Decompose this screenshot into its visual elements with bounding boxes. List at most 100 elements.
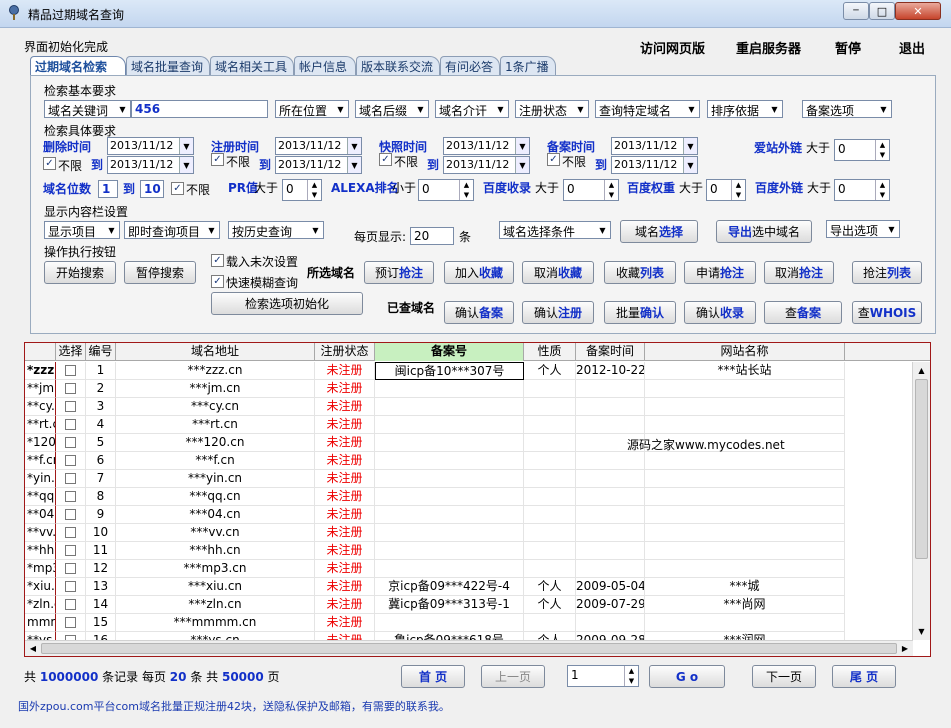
register-time-from[interactable]: 2013/11/12 ▼	[275, 137, 362, 155]
register-time-to[interactable]: 2013/11/12 ▼	[275, 156, 362, 174]
table-row[interactable]: **f.cn 6***f.cn未注册	[25, 452, 913, 470]
snatch-list-button[interactable]: 抢注 列表	[852, 261, 922, 284]
pr-input[interactable]: 0 ▲ ▼	[282, 179, 322, 201]
export-selected-button[interactable]: 导出 选中域名	[716, 220, 812, 243]
check-beian-button[interactable]: 查备案	[764, 301, 842, 324]
row-select-checkbox[interactable]	[56, 416, 86, 434]
snapshot-time-to[interactable]: 2013/11/12 ▼	[443, 156, 530, 174]
alexa-input[interactable]: 0 ▲ ▼	[418, 179, 474, 201]
snapshot-unlimited-checkbox[interactable]: ✓	[379, 153, 392, 166]
header-no[interactable]: 编号	[86, 343, 116, 361]
last-page-button[interactable]: 尾 页	[832, 665, 896, 688]
tab-expired-search[interactable]: 过期域名检索	[30, 56, 126, 76]
favorite-list-button[interactable]: 收藏 列表	[604, 261, 676, 284]
cancel-snatch-button[interactable]: 取消 抢注	[764, 261, 834, 284]
keyword-input[interactable]: 456	[131, 100, 268, 118]
row-select-checkbox[interactable]	[56, 488, 86, 506]
row-select-checkbox[interactable]	[56, 380, 86, 398]
header-site-name[interactable]: 网站名称	[645, 343, 845, 361]
restart-server-button[interactable]: 重启服务器	[736, 38, 801, 57]
domain-condition-select[interactable]: 域名选择条件 ▼	[499, 221, 611, 239]
hscroll-thumb[interactable]	[41, 643, 897, 654]
love-links-input[interactable]: 0 ▲ ▼	[834, 139, 890, 161]
row-select-checkbox[interactable]	[56, 362, 86, 380]
delete-time-from[interactable]: 2013/11/12 ▼	[107, 137, 194, 155]
beian-unlimited-checkbox[interactable]: ✓	[547, 153, 560, 166]
digits-to-input[interactable]: 10	[140, 180, 164, 198]
row-select-checkbox[interactable]	[56, 560, 86, 578]
table-row[interactable]: **rt.cn 4***rt.cn未注册	[25, 416, 913, 434]
table-row[interactable]: *mp3. 12***mp3.cn未注册	[25, 560, 913, 578]
suffix-select[interactable]: 域名后缀 ▼	[355, 100, 429, 118]
header-beian-date[interactable]: 备案时间	[576, 343, 645, 361]
history-select[interactable]: 按历史查询 ▼	[228, 221, 324, 239]
page-number-input[interactable]: 1 ▲ ▼	[567, 665, 639, 687]
apply-snatch-button[interactable]: 申请 抢注	[684, 261, 756, 284]
tab-batch-query[interactable]: 域名批量查询	[126, 56, 210, 75]
row-select-checkbox[interactable]	[56, 434, 86, 452]
table-row[interactable]: **hh.c 11***hh.cn未注册	[25, 542, 913, 560]
register-unlimited-checkbox[interactable]: ✓	[211, 153, 224, 166]
row-select-checkbox[interactable]	[56, 524, 86, 542]
row-select-checkbox[interactable]	[56, 614, 86, 632]
maximize-button[interactable]: □	[869, 2, 895, 20]
load-last-checkbox[interactable]: ✓	[211, 254, 224, 267]
digits-unlimited-checkbox[interactable]: ✓	[171, 182, 184, 195]
display-items-select[interactable]: 显示项目 ▼	[44, 221, 120, 239]
header-beian[interactable]: 备案号	[375, 343, 524, 361]
scroll-thumb[interactable]	[915, 379, 928, 559]
start-search-button[interactable]: 开始搜索	[44, 261, 116, 284]
row-select-checkbox[interactable]	[56, 578, 86, 596]
reserve-snatch-button[interactable]: 预订 抢注	[364, 261, 434, 284]
table-row[interactable]: *yin.c 7***yin.cn未注册	[25, 470, 913, 488]
baidu-links-input[interactable]: 0 ▲ ▼	[834, 179, 890, 201]
batch-confirm-button[interactable]: 批量 确认	[604, 301, 676, 324]
scroll-right-icon[interactable]: ▶	[897, 641, 913, 656]
prev-page-button[interactable]: 上一页	[481, 665, 545, 688]
domain-select-button[interactable]: 域名 选择	[620, 220, 698, 243]
baidu-index-input[interactable]: 0 ▲ ▼	[563, 179, 619, 201]
beian-time-from[interactable]: 2013/11/12 ▼	[611, 137, 698, 155]
reg-status-select[interactable]: 注册状态 ▼	[515, 100, 589, 118]
scroll-up-icon[interactable]: ▲	[913, 362, 930, 379]
baidu-weight-input[interactable]: 0 ▲ ▼	[706, 179, 746, 201]
row-select-checkbox[interactable]	[56, 596, 86, 614]
horizontal-scrollbar[interactable]: ◀ ▶	[25, 640, 913, 656]
table-row[interactable]: **04.c 9***04.cn未注册	[25, 506, 913, 524]
exit-button[interactable]: 退出	[899, 38, 925, 57]
remove-favorite-button[interactable]: 取消 收藏	[522, 261, 594, 284]
add-favorite-button[interactable]: 加入 收藏	[444, 261, 514, 284]
row-select-checkbox[interactable]	[56, 398, 86, 416]
header-nature[interactable]: 性质	[524, 343, 576, 361]
fuzzy-checkbox[interactable]: ✓	[211, 275, 224, 288]
check-whois-button[interactable]: 查 WHOIS	[852, 301, 922, 324]
beian-option-select[interactable]: 备案选项 ▼	[802, 100, 892, 118]
tab-broadcast[interactable]: 1条广播	[500, 56, 556, 75]
table-row[interactable]: **cy.c 3***cy.cn未注册	[25, 398, 913, 416]
pause-search-button[interactable]: 暂停搜索	[124, 261, 196, 284]
per-page-input[interactable]: 20	[410, 227, 454, 245]
sort-select[interactable]: 排序依据 ▼	[707, 100, 783, 118]
delete-unlimited-checkbox[interactable]: ✓	[43, 157, 56, 170]
export-options-select[interactable]: 导出选项 ▼	[826, 220, 900, 238]
next-page-button[interactable]: 下一页	[752, 665, 816, 688]
snapshot-time-from[interactable]: 2013/11/12 ▼	[443, 137, 530, 155]
row-select-checkbox[interactable]	[56, 470, 86, 488]
vertical-scrollbar[interactable]: ▲ ▼	[912, 362, 930, 640]
digits-from-input[interactable]: 1	[98, 180, 118, 198]
table-row[interactable]: **qq.c 8***qq.cn未注册	[25, 488, 913, 506]
row-select-checkbox[interactable]	[56, 506, 86, 524]
query-specific-select[interactable]: 查询特定域名 ▼	[595, 100, 700, 118]
instant-items-select[interactable]: 即时查询项目 ▼	[124, 221, 220, 239]
beian-time-to[interactable]: 2013/11/12 ▼	[611, 156, 698, 174]
confirm-beian-button[interactable]: 确认 备案	[444, 301, 514, 324]
table-row[interactable]: *zzz. 1 ***zzz.cn 未注册 闽icp备10***307号 个人 2012-1…	[25, 362, 913, 380]
confirm-index-button[interactable]: 确认 收录	[684, 301, 756, 324]
header-domain[interactable]: 域名地址	[116, 343, 315, 361]
position-select[interactable]: 所在位置 ▼	[275, 100, 349, 118]
tab-domain-tools[interactable]: 域名相关工具	[210, 56, 294, 75]
minimize-button[interactable]: ─	[843, 2, 869, 20]
header-select[interactable]: 选择	[56, 343, 86, 361]
close-button[interactable]: ✕	[895, 2, 941, 20]
tab-account[interactable]: 帐户信息	[294, 56, 356, 75]
